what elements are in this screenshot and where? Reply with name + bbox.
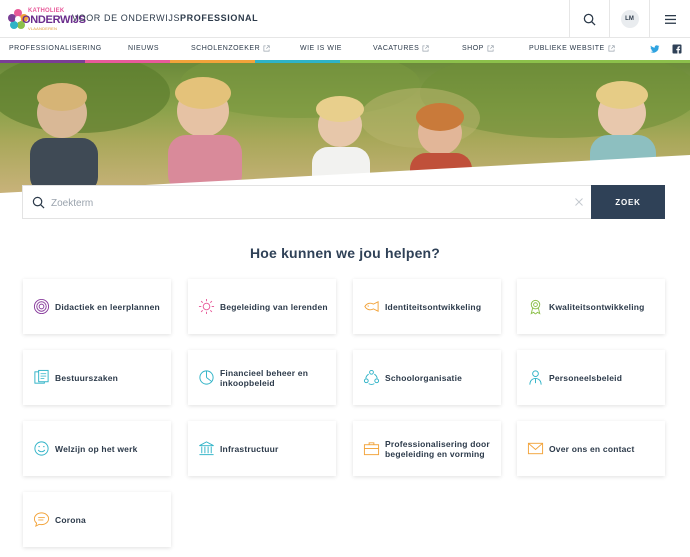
card-label: Kwaliteitsontwikkeling: [549, 301, 645, 312]
cycle-icon: [363, 369, 380, 385]
card-infrastructuur[interactable]: Infrastructuur: [188, 421, 336, 476]
fish-icon: [364, 301, 379, 312]
pie-chart-icon: [199, 370, 214, 385]
facebook-icon[interactable]: [672, 44, 682, 54]
close-icon[interactable]: [574, 197, 584, 207]
nav-item-label: NIEUWS: [128, 45, 159, 52]
card-label: Personeelsbeleid: [549, 372, 623, 383]
page-title: Hoe kunnen we jou helpen?: [249, 245, 441, 261]
nav-item-label: SHOP: [462, 45, 484, 52]
nav-item-vacatures[interactable]: VACATURES: [373, 45, 429, 52]
card-label: Welzijn op het werk: [55, 443, 138, 454]
chat-icon: [33, 512, 50, 528]
card-professionalisering[interactable]: Professionalisering door begeleiding en …: [353, 421, 501, 476]
building-icon: [199, 441, 214, 456]
card-label: Over ons en contact: [549, 443, 635, 454]
external-link-icon: [422, 45, 429, 52]
briefcase-icon: [363, 442, 380, 456]
search-submit-button[interactable]: ZOEK: [591, 185, 665, 219]
user-menu-button[interactable]: LM: [609, 0, 649, 38]
nav-item-shop[interactable]: SHOP: [462, 45, 494, 52]
nav-item-nieuws[interactable]: NIEUWS: [128, 45, 159, 52]
twitter-icon[interactable]: [650, 44, 660, 54]
card-label: Bestuurszaken: [55, 372, 119, 383]
nav-item-scholenzoeker[interactable]: SCHOLENZOEKER: [191, 45, 270, 52]
card-over-ons-contact[interactable]: Over ons en contact: [517, 421, 665, 476]
card-corona[interactable]: Corona: [23, 492, 171, 547]
card-personeelsbeleid[interactable]: Personeelsbeleid: [517, 350, 665, 405]
mail-icon: [527, 442, 544, 455]
search-icon: [32, 196, 45, 209]
card-label: Professionalisering door begeleiding en …: [385, 438, 490, 459]
search-icon: [583, 13, 596, 26]
card-welzijn[interactable]: Welzijn op het werk: [23, 421, 171, 476]
site-header: KATHOLIEK ONDERWIJS VLAANDEREN VOOR DE O…: [0, 0, 690, 38]
nav-item-label: WIE IS WIE: [300, 45, 342, 52]
target-icon: [33, 298, 50, 315]
nav-item-label: PROFESSIONALISERING: [9, 45, 102, 52]
nav-item-label: PUBLIEKE WEBSITE: [529, 45, 605, 52]
card-label: Didactiek en leerplannen: [55, 301, 160, 312]
nav-item-publieke-website[interactable]: PUBLIEKE WEBSITE: [529, 45, 615, 52]
external-link-icon: [263, 45, 270, 52]
nav-item-wie-is-wie[interactable]: WIE IS WIE: [300, 45, 342, 52]
logo-text-sub: VLAANDEREN: [28, 26, 58, 31]
card-begeleiding-lerenden[interactable]: Begeleiding van lerenden: [188, 279, 336, 334]
hamburger-menu-button[interactable]: [649, 0, 690, 38]
person-icon: [529, 370, 542, 385]
card-identiteitsontwikkeling[interactable]: Identiteitsontwikkeling: [353, 279, 501, 334]
nav-item-professionalisering[interactable]: PROFESSIONALISERING: [9, 45, 102, 52]
card-label: Begeleiding van lerenden: [220, 301, 328, 312]
documents-icon: [34, 369, 49, 384]
card-kwaliteitsontwikkeling[interactable]: Kwaliteitsontwikkeling: [517, 279, 665, 334]
card-label: Financieel beheer en inkoopbeleid: [220, 367, 309, 388]
card-label: Infrastructuur: [220, 443, 279, 454]
card-label: Identiteitsontwikkeling: [385, 301, 482, 312]
tagline-prefix: VOOR DE ONDERWIJS: [72, 13, 181, 23]
tagline: VOOR DE ONDERWIJSPROFESSIONAL: [72, 13, 258, 23]
search-bar: [22, 185, 592, 219]
external-link-icon: [608, 45, 615, 52]
tagline-bold: PROFESSIONAL: [180, 13, 259, 23]
hero-image: [0, 63, 690, 193]
card-label: Schoolorganisatie: [385, 372, 463, 383]
external-link-icon: [487, 45, 494, 52]
main-nav: PROFESSIONALISERING NIEUWS SCHOLENZOEKER…: [0, 38, 690, 62]
avatar: LM: [620, 10, 639, 28]
card-financieel-beheer[interactable]: Financieel beheer en inkoopbeleid: [188, 350, 336, 405]
award-icon: [530, 299, 541, 315]
header-search-button[interactable]: [569, 0, 609, 38]
search-input[interactable]: [51, 193, 571, 213]
logo[interactable]: KATHOLIEK ONDERWIJS VLAANDEREN: [6, 6, 86, 32]
nav-item-label: VACATURES: [373, 45, 420, 52]
hero-illustration: [0, 63, 690, 193]
card-didactiek[interactable]: Didactiek en leerplannen: [23, 279, 171, 334]
card-schoolorganisatie[interactable]: Schoolorganisatie: [353, 350, 501, 405]
sun-icon: [198, 298, 215, 315]
smiley-icon: [34, 441, 49, 456]
hamburger-icon: [664, 14, 676, 24]
card-label: Corona: [55, 514, 86, 525]
nav-item-label: SCHOLENZOEKER: [191, 45, 261, 52]
card-bestuurszaken[interactable]: Bestuurszaken: [23, 350, 171, 405]
